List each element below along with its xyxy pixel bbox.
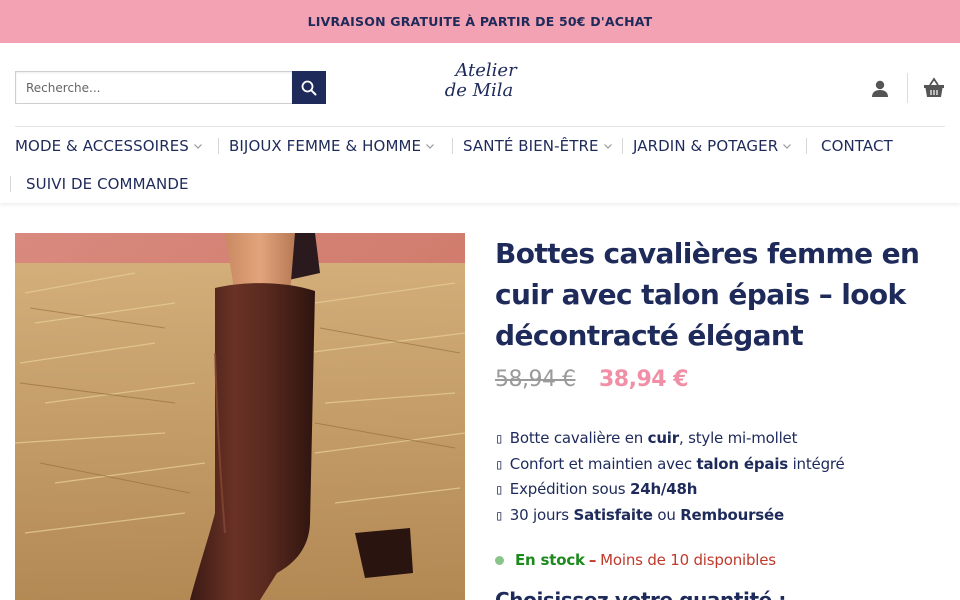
- nav-item-label: MODE & ACCESSOIRES: [15, 137, 189, 155]
- site-header: Atelier de Mila: [0, 43, 960, 127]
- feature-bullet: ▯: [495, 482, 504, 499]
- account-button[interactable]: [868, 77, 892, 101]
- nav-separator: [452, 138, 453, 154]
- nav-item-sante[interactable]: SANTÉ BIEN-ÊTRE: [463, 135, 613, 157]
- product-image[interactable]: [15, 233, 465, 600]
- nav-separator: [806, 138, 807, 154]
- nav-separator: [10, 176, 11, 192]
- feature-list: ▯ Botte cavalière en cuir, style mi-moll…: [495, 427, 945, 529]
- nav-item-jardin[interactable]: JARDIN & POTAGER: [633, 135, 792, 157]
- feature-item: ▯ 30 jours Satisfaite ou Remboursée: [495, 505, 784, 524]
- feature-bullet: ▯: [495, 456, 504, 473]
- stock-dash: –: [588, 551, 597, 569]
- announcement-bar: LIVRAISON GRATUITE À PARTIR DE 50€ D'ACH…: [0, 0, 960, 43]
- nav-item-contact[interactable]: CONTACT: [821, 135, 893, 157]
- header-divider: [907, 73, 908, 103]
- logo-line-2: de Mila: [444, 80, 514, 101]
- product-photo-boots: [15, 233, 465, 600]
- site-logo[interactable]: Atelier de Mila: [440, 61, 524, 109]
- feature-bullet: ▯: [495, 431, 504, 447]
- chevron-down-icon: [194, 144, 202, 149]
- nav-item-label: CONTACT: [821, 137, 893, 155]
- chevron-down-icon: [783, 144, 792, 149]
- feature-item: ▯ Expédition sous 24h/48h: [495, 480, 698, 499]
- stock-status: En stock – Moins de 10 disponibles: [495, 551, 776, 569]
- chevron-down-icon: [603, 144, 612, 149]
- nav-item-label: JARDIN & POTAGER: [633, 137, 779, 155]
- user-icon: [872, 80, 888, 97]
- nav-item-mode-accessoires[interactable]: MODE & ACCESSOIRES: [15, 135, 203, 157]
- nav-item-label: BIJOUX FEMME & HOMME: [229, 137, 422, 155]
- main-nav: MODE & ACCESSOIRES BIJOUX FEMME & HOMME …: [0, 127, 960, 203]
- logo-line-1: Atelier: [455, 60, 517, 81]
- cart-button[interactable]: [922, 76, 946, 100]
- stock-indicator-dot: [495, 555, 504, 565]
- nav-item-bijoux[interactable]: BIJOUX FEMME & HOMME: [229, 135, 435, 157]
- search-icon: [301, 80, 317, 95]
- feature-bullet: ▯: [495, 507, 504, 524]
- search-button[interactable]: [292, 71, 326, 104]
- nav-item-label: SANTÉ BIEN-ÊTRE: [463, 137, 599, 155]
- chevron-down-icon: [426, 144, 435, 149]
- search-form: [15, 71, 326, 104]
- basket-icon: [924, 77, 944, 97]
- feature-item: ▯ Confort et maintien avec talon épais i…: [495, 454, 845, 473]
- nav-item-label: SUIVI DE COMMANDE: [26, 175, 189, 193]
- feature-item: ▯ Botte cavalière en cuir, style mi-moll…: [495, 429, 798, 447]
- nav-item-suivi-commande[interactable]: SUIVI DE COMMANDE: [26, 173, 189, 195]
- stock-availability: Moins de 10 disponibles: [600, 551, 776, 569]
- search-input[interactable]: [15, 71, 292, 104]
- stock-label: En stock: [515, 551, 585, 569]
- announcement-text: LIVRAISON GRATUITE À PARTIR DE 50€ D'ACH…: [307, 14, 653, 29]
- nav-separator: [218, 138, 219, 154]
- price-new: 38,94 €: [599, 367, 689, 392]
- nav-separator: [622, 138, 623, 154]
- quantity-heading: Choisissez votre quantité :: [495, 588, 786, 600]
- price-old: 58,94 €: [495, 367, 576, 392]
- product-title: Bottes cavalières femme en cuir avec tal…: [495, 237, 920, 352]
